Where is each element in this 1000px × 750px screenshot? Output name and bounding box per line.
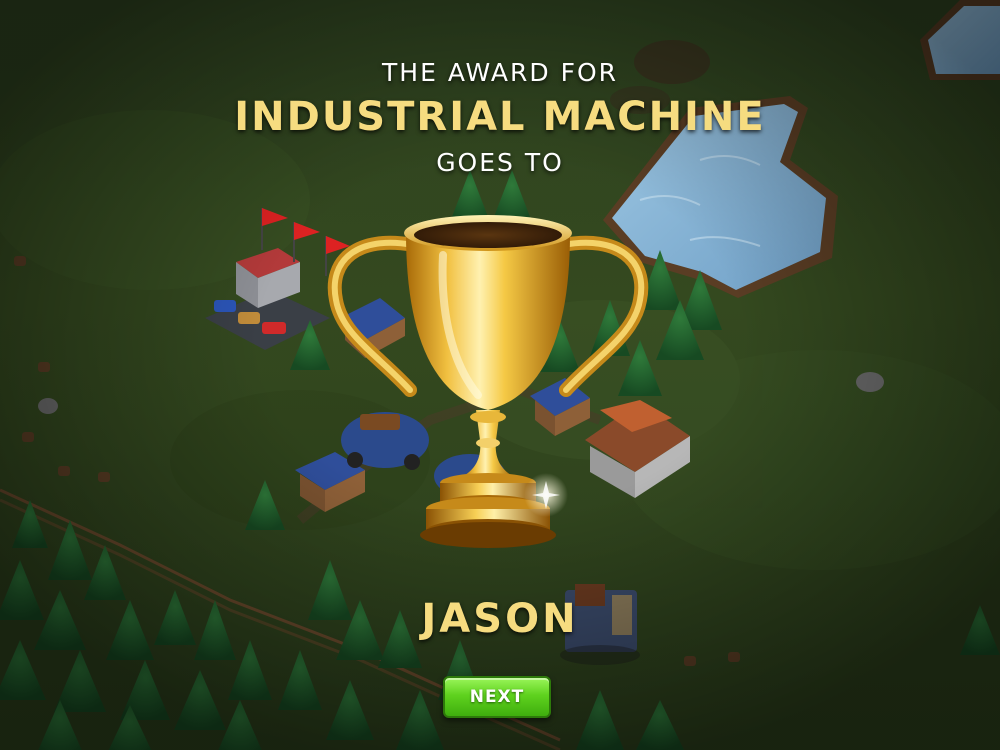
next-button-label: NEXT bbox=[469, 687, 525, 707]
award-overlay: THE AWARD FOR INDUSTRIAL MACHINE GOES TO bbox=[0, 0, 1000, 750]
trophy-icon bbox=[327, 215, 649, 548]
winner-name: JASON bbox=[421, 596, 579, 642]
award-category-title: INDUSTRIAL MACHINE bbox=[234, 94, 766, 140]
award-intro-text: THE AWARD FOR bbox=[382, 58, 618, 87]
next-button[interactable]: NEXT bbox=[443, 676, 551, 718]
game-screen: THE AWARD FOR INDUSTRIAL MACHINE GOES TO bbox=[0, 0, 1000, 750]
award-goes-to-text: GOES TO bbox=[436, 148, 564, 177]
